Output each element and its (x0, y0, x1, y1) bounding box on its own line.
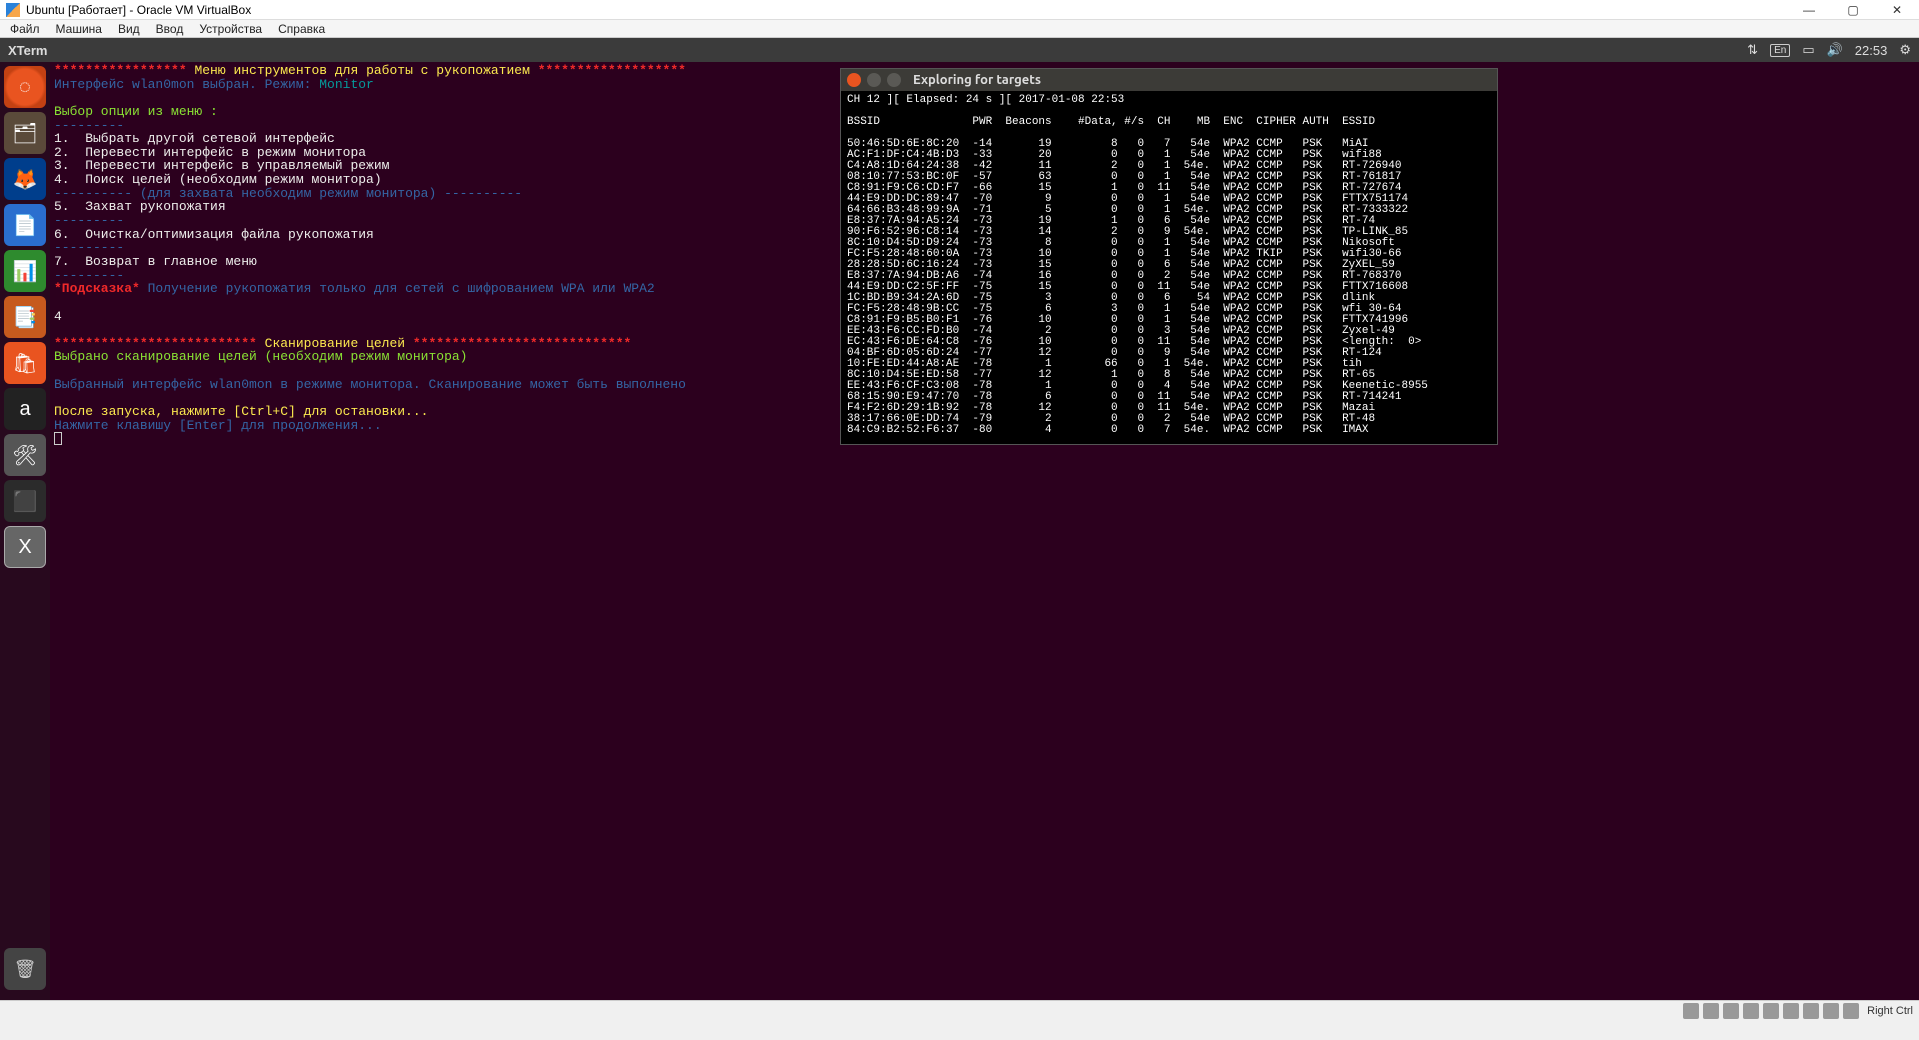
vb-hdd-icon[interactable] (1683, 1003, 1699, 1019)
volume-icon[interactable]: 🔊 (1827, 42, 1843, 58)
menu-devices[interactable]: Устройства (199, 22, 262, 36)
firefox-icon[interactable]: 🦊 (4, 158, 46, 200)
minimize-icon[interactable] (867, 73, 881, 87)
menu-view[interactable]: Вид (118, 22, 140, 36)
unity-launcher: ◌ 🗂 🦊 📄 📊 📑 🛍 a 🛠 ⬛ X 🗑 (0, 62, 50, 1000)
vb-network-icon[interactable] (1743, 1003, 1759, 1019)
vb-usb-icon[interactable] (1763, 1003, 1779, 1019)
vb-display-icon[interactable] (1803, 1003, 1819, 1019)
maximize-button[interactable]: ▢ (1831, 0, 1875, 20)
host-menubar: Файл Машина Вид Ввод Устройства Справка (0, 20, 1919, 38)
libreoffice-calc-icon[interactable]: 📊 (4, 250, 46, 292)
vb-shared-folder-icon[interactable] (1783, 1003, 1799, 1019)
close-icon[interactable] (847, 73, 861, 87)
menu-help[interactable]: Справка (278, 22, 325, 36)
host-title: Ubuntu [Работает] - Oracle VM VirtualBox (26, 3, 251, 17)
keyboard-layout-indicator[interactable]: En (1770, 44, 1790, 57)
menu-input[interactable]: Ввод (156, 22, 184, 36)
xterm-icon[interactable]: X (4, 526, 46, 568)
dash-icon[interactable]: ◌ (4, 66, 46, 108)
battery-icon[interactable]: ▭ (1802, 42, 1814, 58)
guest-screen: XTerm ⇅ En ▭ 🔊 22:53 ⚙ ◌ 🗂 🦊 📄 📊 📑 🛍 a 🛠… (0, 38, 1919, 1000)
menu-file[interactable]: Файл (10, 22, 40, 36)
close-button[interactable]: ✕ (1875, 0, 1919, 20)
menu-machine[interactable]: Машина (56, 22, 102, 36)
trash-icon[interactable]: 🗑 (4, 948, 46, 990)
panel-app-title: XTerm (8, 43, 48, 58)
ubuntu-top-panel: XTerm ⇅ En ▭ 🔊 22:53 ⚙ (0, 38, 1919, 62)
maximize-icon[interactable] (887, 73, 901, 87)
host-key-label: Right Ctrl (1867, 1005, 1913, 1017)
scan-output: CH 12 ][ Elapsed: 24 s ][ 2017-01-08 22:… (841, 91, 1497, 444)
gear-icon[interactable]: ⚙ (1899, 42, 1911, 58)
libreoffice-impress-icon[interactable]: 📑 (4, 296, 46, 338)
scan-window-titlebar[interactable]: Exploring for targets (841, 69, 1497, 91)
libreoffice-writer-icon[interactable]: 📄 (4, 204, 46, 246)
files-icon[interactable]: 🗂 (4, 112, 46, 154)
panel-clock[interactable]: 22:53 (1855, 43, 1888, 58)
host-statusbar: Right Ctrl (0, 1000, 1919, 1020)
minimize-button[interactable]: — (1787, 0, 1831, 20)
scan-window[interactable]: Exploring for targets CH 12 ][ Elapsed: … (840, 68, 1498, 445)
terminal-icon[interactable]: ⬛ (4, 480, 46, 522)
text-cursor (54, 432, 62, 445)
ubuntu-software-icon[interactable]: 🛍 (4, 342, 46, 384)
host-titlebar: Ubuntu [Работает] - Oracle VM VirtualBox… (0, 0, 1919, 20)
settings-icon[interactable]: 🛠 (4, 434, 46, 476)
scan-window-title: Exploring for targets (913, 74, 1041, 87)
virtualbox-icon (6, 3, 20, 17)
vb-recording-icon[interactable] (1823, 1003, 1839, 1019)
vb-audio-icon[interactable] (1723, 1003, 1739, 1019)
vb-mouse-icon[interactable] (1843, 1003, 1859, 1019)
amazon-icon[interactable]: a (4, 388, 46, 430)
vb-optical-icon[interactable] (1703, 1003, 1719, 1019)
network-icon[interactable]: ⇅ (1747, 42, 1758, 58)
